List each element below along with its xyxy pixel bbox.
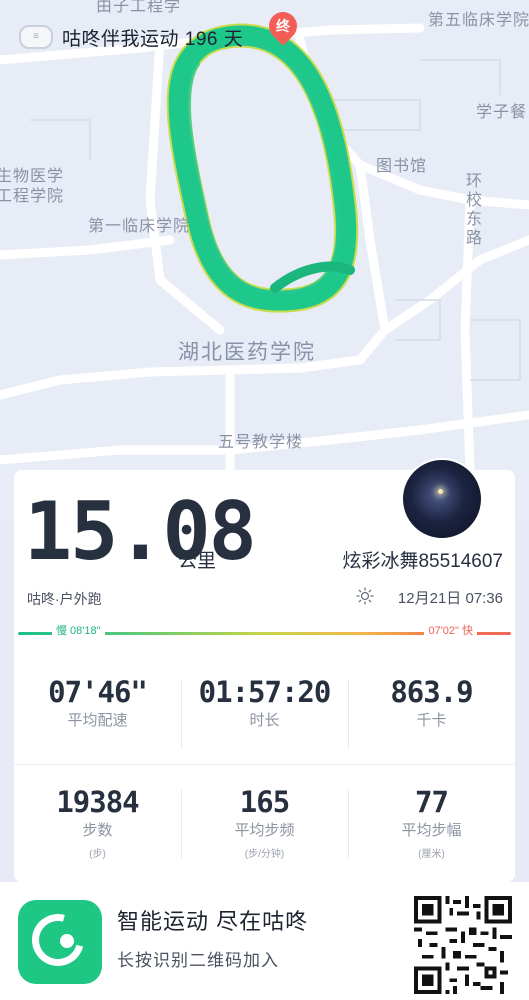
stat-steps: 19384 步数 (步) [56,785,139,860]
codoon-logo-icon [18,900,102,984]
promo-title: 智能运动 尽在咕咚 [117,909,309,934]
map-label: 湖北医药学院 [178,341,316,364]
map-label: 图书馆 [376,158,428,175]
stat-cadence: 165 平均步频 (步/分钟) [181,784,348,860]
map-label: 由子工程学 [96,0,182,15]
map-label: 五号教学楼 [218,434,304,451]
map-label: 第一临床学院 [88,218,191,235]
app-badge-icon: ≡ [19,25,53,49]
map-label: 学子餐 [476,104,528,121]
map-label: 第五临床学院 [428,12,529,29]
pace-gradient-bar: 慢 08'18" 07'02" 快 [18,623,511,639]
slowest-pace-label: 慢 08'18" [52,623,105,639]
map-label: 环校东路 [466,173,484,247]
stat-duration: 01:57:20 时长 [181,674,348,748]
workout-summary-card: 15.08 公里 炫彩冰舞85514607 咕咚·户外跑 12月21日 07:3… [14,458,515,882]
workout-datetime: 12月21日 07:36 [397,590,503,607]
route-map[interactable]: ≡ 咕咚伴我运动 196 天 终 第五临床学院 由子工程学 学子餐 生物医学 工… [0,0,529,520]
avatar[interactable] [401,458,483,540]
promo-footer: 智能运动 尽在咕咚 长按识别二维码加入 [0,882,529,1000]
stats-row-primary: 07'46" 平均配速 01:57:20 时长 863.9 千卡 [14,674,515,748]
qr-code-icon[interactable] [414,896,512,994]
stat-calories: 863.9 千卡 [348,674,515,748]
distance-value: 15.08 [24,485,257,578]
fastest-pace-label: 07'02" 快 [424,623,477,639]
promo-subtitle: 长按识别二维码加入 [117,951,279,970]
distance-unit: 公里 [178,551,217,572]
companion-days-title: 咕咚伴我运动 196 天 [62,29,244,50]
divider [14,764,515,765]
username[interactable]: 炫彩冰舞85514607 [342,546,503,573]
map-label: 工程学院 [0,188,65,205]
sun-icon [356,587,374,605]
end-marker: 终 [263,6,303,52]
sport-type: 咕咚·户外跑 [27,591,102,607]
stat-avg-pace: 07'46" 平均配速 [48,675,148,729]
stats-row-secondary: 19384 步数 (步) 165 平均步频 (步/分钟) 77 平均步幅 (厘米… [14,784,515,860]
stat-stride: 77 平均步幅 (厘米) [348,784,515,860]
